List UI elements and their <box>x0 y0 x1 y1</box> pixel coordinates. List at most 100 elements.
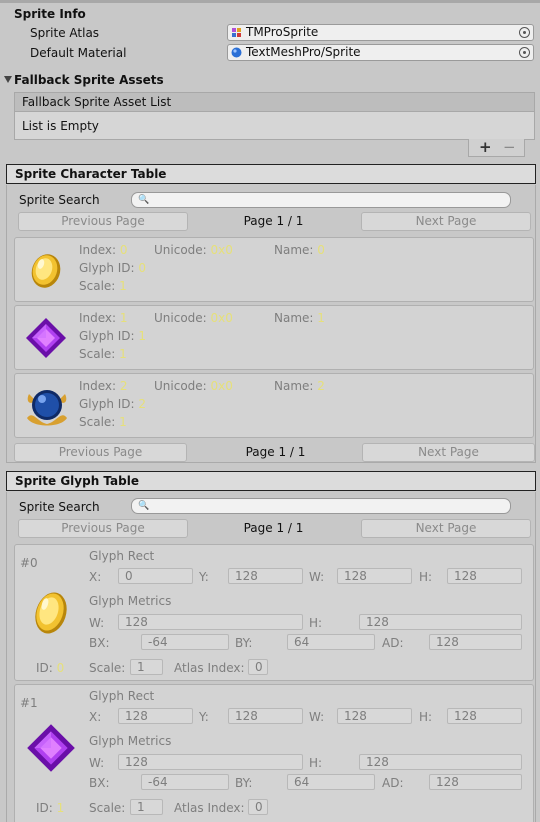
glyph-rect-label: Glyph Rect <box>89 549 155 563</box>
ad-field[interactable]: 128 <box>429 774 522 790</box>
sprite-atlas-field[interactable]: TMProSprite <box>227 24 534 41</box>
h-label: H: <box>419 710 433 724</box>
gold-coin-icon <box>31 254 61 288</box>
sprite-atlas-label: Sprite Atlas <box>30 26 100 40</box>
w-label: W: <box>309 710 325 724</box>
name-value: 0 <box>317 243 325 257</box>
sprite-glyph-table-header[interactable]: Sprite Glyph Table <box>6 471 536 491</box>
index-label: Index: <box>79 379 117 393</box>
x-label: X: <box>89 570 102 584</box>
scale-value: 1 <box>119 347 127 361</box>
bx-label: BX: <box>89 776 110 790</box>
char-next-page-button[interactable]: Next Page <box>361 212 531 231</box>
metrics-w-field[interactable]: 128 <box>118 614 303 630</box>
glyph-page-indicator: Page 1 / 1 <box>243 521 304 535</box>
ad-field[interactable]: 128 <box>429 634 522 650</box>
metrics-h-label: H: <box>309 756 323 770</box>
name-label: Name: <box>274 311 314 325</box>
purple-gem-icon <box>26 318 66 358</box>
by-label: BY: <box>235 636 253 650</box>
name-value: 2 <box>317 379 325 393</box>
char-next-page-button-bottom[interactable]: Next Page <box>362 443 535 462</box>
y-label: Y: <box>199 570 209 584</box>
add-button[interactable]: + <box>479 138 492 156</box>
metrics-h-field[interactable]: 128 <box>359 754 522 770</box>
char-previous-page-button[interactable]: Previous Page <box>18 212 188 231</box>
glyph-number: #0 <box>20 556 38 570</box>
sprite-glyph-card[interactable]: #1 Glyph Rect X: 128 Y: 128 W: 128 H: 12… <box>14 684 534 822</box>
char-page-indicator: Page 1 / 1 <box>243 214 304 228</box>
top-divider <box>0 0 540 3</box>
glyph-previous-page-button[interactable]: Previous Page <box>18 519 188 538</box>
bx-label: BX: <box>89 636 110 650</box>
rect-x-field[interactable]: 0 <box>118 568 193 584</box>
rect-y-field[interactable]: 128 <box>228 568 303 584</box>
char-search-input[interactable]: 🔍 <box>131 192 511 208</box>
fallback-list-empty: List is Empty <box>14 111 535 140</box>
scale-field[interactable]: 1 <box>130 799 163 815</box>
rect-w-field[interactable]: 128 <box>337 568 412 584</box>
atlas-index-label: Atlas Index: <box>174 801 245 815</box>
metrics-w-field[interactable]: 128 <box>118 754 303 770</box>
glyph-number: #1 <box>20 696 38 710</box>
glyph-metrics-label: Glyph Metrics <box>89 594 172 608</box>
glyph-search-input[interactable]: 🔍 <box>131 498 511 514</box>
index-value: 2 <box>119 379 128 393</box>
glyph-rect-label: Glyph Rect <box>89 689 155 703</box>
h-label: H: <box>419 570 433 584</box>
sprite-glyph-card[interactable]: #0 Glyph Rect X: 0 Y: 128 W: 128 H: 128 … <box>14 544 534 681</box>
rect-y-field[interactable]: 128 <box>228 708 303 724</box>
gold-coin-icon <box>35 592 67 634</box>
bx-field[interactable]: -64 <box>141 634 229 650</box>
metrics-w-label: W: <box>89 616 105 630</box>
metrics-h-field[interactable]: 128 <box>359 614 522 630</box>
rect-h-field[interactable]: 128 <box>447 708 522 724</box>
sprite-atlas-value: TMProSprite <box>246 25 319 39</box>
object-picker-icon[interactable] <box>519 47 530 58</box>
id-label: ID: <box>36 661 53 675</box>
atlas-index-field[interactable]: 0 <box>248 659 268 675</box>
sprite-character-table-header[interactable]: Sprite Character Table <box>6 164 536 184</box>
atlas-index-field[interactable]: 0 <box>248 799 268 815</box>
index-value: 1 <box>119 311 128 325</box>
object-picker-icon[interactable] <box>519 27 530 38</box>
search-icon: 🔍 <box>138 501 150 511</box>
bx-field[interactable]: -64 <box>141 774 229 790</box>
unicode-value: 0x0 <box>210 379 233 393</box>
scale-label: Scale: <box>79 347 116 361</box>
glyph-next-page-button[interactable]: Next Page <box>361 519 531 538</box>
char-previous-page-button-bottom[interactable]: Previous Page <box>14 443 187 462</box>
foldout-arrow-icon[interactable] <box>4 76 12 83</box>
scale-label: Scale: <box>89 801 126 815</box>
fallback-title[interactable]: Fallback Sprite Assets <box>14 73 164 87</box>
scale-value: 1 <box>119 279 127 293</box>
material-sphere-icon <box>231 47 242 58</box>
metrics-h-label: H: <box>309 616 323 630</box>
glyph-id-value: 1 <box>138 329 147 343</box>
id-value: 1 <box>56 801 65 815</box>
name-label: Name: <box>274 379 314 393</box>
scale-label: Scale: <box>79 415 116 429</box>
glyph-id-label: Glyph ID: <box>79 329 135 343</box>
by-label: BY: <box>235 776 253 790</box>
unicode-label: Unicode: <box>154 379 207 393</box>
default-material-field[interactable]: TextMeshPro/Sprite <box>227 44 534 61</box>
rect-h-field[interactable]: 128 <box>447 568 522 584</box>
unicode-label: Unicode: <box>154 311 207 325</box>
index-label: Index: <box>79 243 117 257</box>
sprite-character-card[interactable]: Index: 2 Unicode: 0x0 Name: 2 Glyph ID: … <box>14 373 534 438</box>
unicode-value: 0x0 <box>210 243 233 257</box>
scale-label: Scale: <box>89 661 126 675</box>
by-field[interactable]: 64 <box>287 774 375 790</box>
ad-label: AD: <box>382 776 404 790</box>
rect-w-field[interactable]: 128 <box>337 708 412 724</box>
rect-x-field[interactable]: 128 <box>118 708 193 724</box>
remove-button[interactable]: − <box>503 138 516 156</box>
ad-label: AD: <box>382 636 404 650</box>
scale-field[interactable]: 1 <box>130 659 163 675</box>
by-field[interactable]: 64 <box>287 634 375 650</box>
unicode-label: Unicode: <box>154 243 207 257</box>
sprite-character-card[interactable]: Index: 1 Unicode: 0x0 Name: 1 Glyph ID: … <box>14 305 534 370</box>
default-material-value: TextMeshPro/Sprite <box>246 45 361 59</box>
sprite-character-card[interactable]: Index: 0 Unicode: 0x0 Name: 0 Glyph ID: … <box>14 237 534 302</box>
